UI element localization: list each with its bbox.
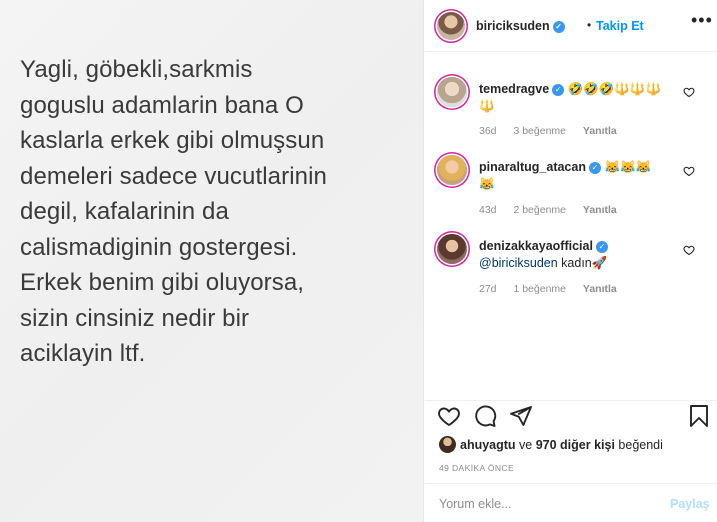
verified-badge-icon: ✓ xyxy=(552,20,565,33)
paper-plane-icon[interactable] xyxy=(509,404,533,428)
comment-avatar[interactable] xyxy=(437,77,467,107)
comment-likes-count[interactable]: 2 beğenme xyxy=(513,204,566,216)
heart-icon[interactable] xyxy=(437,404,461,428)
comment-like-heart-icon[interactable] xyxy=(683,244,695,256)
comment-icon[interactable] xyxy=(473,404,497,428)
author-avatar[interactable] xyxy=(437,12,465,40)
comment-body: pinaraltug_atacan ✓ 😹😹😹 😹 xyxy=(479,159,679,193)
share-comment-button[interactable]: Paylaş xyxy=(670,497,710,511)
comment-avatar[interactable] xyxy=(437,234,467,264)
author-username[interactable]: biriciksuden ✓ xyxy=(476,19,565,33)
likes-suffix: beğendi xyxy=(614,438,663,452)
likes-connector: ve xyxy=(515,438,536,452)
verified-badge-icon: ✓ xyxy=(595,240,608,253)
reply-button[interactable]: Yanıtla xyxy=(583,125,617,137)
liker-avatar[interactable] xyxy=(439,436,456,453)
comment-like-heart-icon[interactable] xyxy=(683,165,695,177)
comment-input[interactable] xyxy=(439,494,659,514)
comment-likes-count[interactable]: 3 beğenme xyxy=(513,125,566,137)
comment-mention[interactable]: @biriciksuden xyxy=(479,256,558,270)
verified-badge-icon: ✓ xyxy=(588,161,601,174)
comment-meta: 27d 1 beğenme Yanıtla xyxy=(479,283,631,295)
verified-badge-icon: ✓ xyxy=(552,83,565,96)
comment-age: 36d xyxy=(479,125,497,137)
reply-button[interactable]: Yanıtla xyxy=(583,204,617,216)
comment-text: kadın🚀 xyxy=(557,256,608,270)
comment-username[interactable]: pinaraltug_atacan xyxy=(479,160,586,174)
comment-body: temedragve ✓ 🤣🤣🤣🔱🔱🔱 🔱 xyxy=(479,81,679,115)
comment-username[interactable]: temedragve xyxy=(479,82,549,96)
comment-likes-count[interactable]: 1 beğenme xyxy=(513,283,566,295)
add-comment-bar: Paylaş xyxy=(425,483,717,522)
follow-button[interactable]: Takip Et xyxy=(596,19,644,33)
author-username-text: biriciksuden xyxy=(476,19,550,33)
comment-username[interactable]: denizakkayaofficial xyxy=(479,239,593,253)
bookmark-icon[interactable] xyxy=(687,404,711,428)
liker-username[interactable]: ahuyagtu xyxy=(460,438,516,452)
comment-age: 43d xyxy=(479,204,497,216)
post-timestamp[interactable]: 49 DAKİKA ÖNCE xyxy=(439,463,514,473)
reply-button[interactable]: Yanıtla xyxy=(583,283,617,295)
header-separator: • xyxy=(587,18,592,32)
post-text: Yagli, göbekli,sarkmis goguslu adamlarin… xyxy=(20,56,327,367)
more-options-icon[interactable]: ••• xyxy=(691,10,713,31)
comment-like-heart-icon[interactable] xyxy=(683,86,695,98)
comment-avatar[interactable] xyxy=(437,155,467,185)
comment-age: 27d xyxy=(479,283,497,295)
comment-meta: 36d 3 beğenme Yanıtla xyxy=(479,125,631,137)
comment-body: denizakkayaofficial ✓ @biriciksuden kadın… xyxy=(479,238,679,272)
likes-others-link[interactable]: 970 diğer kişi xyxy=(536,438,615,452)
action-bar xyxy=(425,400,717,432)
post-side-panel: biriciksuden ✓ • Takip Et ••• temedragve ✓… xyxy=(425,0,717,522)
comment-meta: 43d 2 beğenme Yanıtla xyxy=(479,204,631,216)
post-header: biriciksuden ✓ • Takip Et ••• xyxy=(425,0,717,52)
likes-text: ahuyagtu ve 970 diğer kişi beğendi xyxy=(460,438,663,452)
post-image[interactable]: Yagli, göbekli,sarkmis goguslu adamlarin… xyxy=(0,0,424,522)
